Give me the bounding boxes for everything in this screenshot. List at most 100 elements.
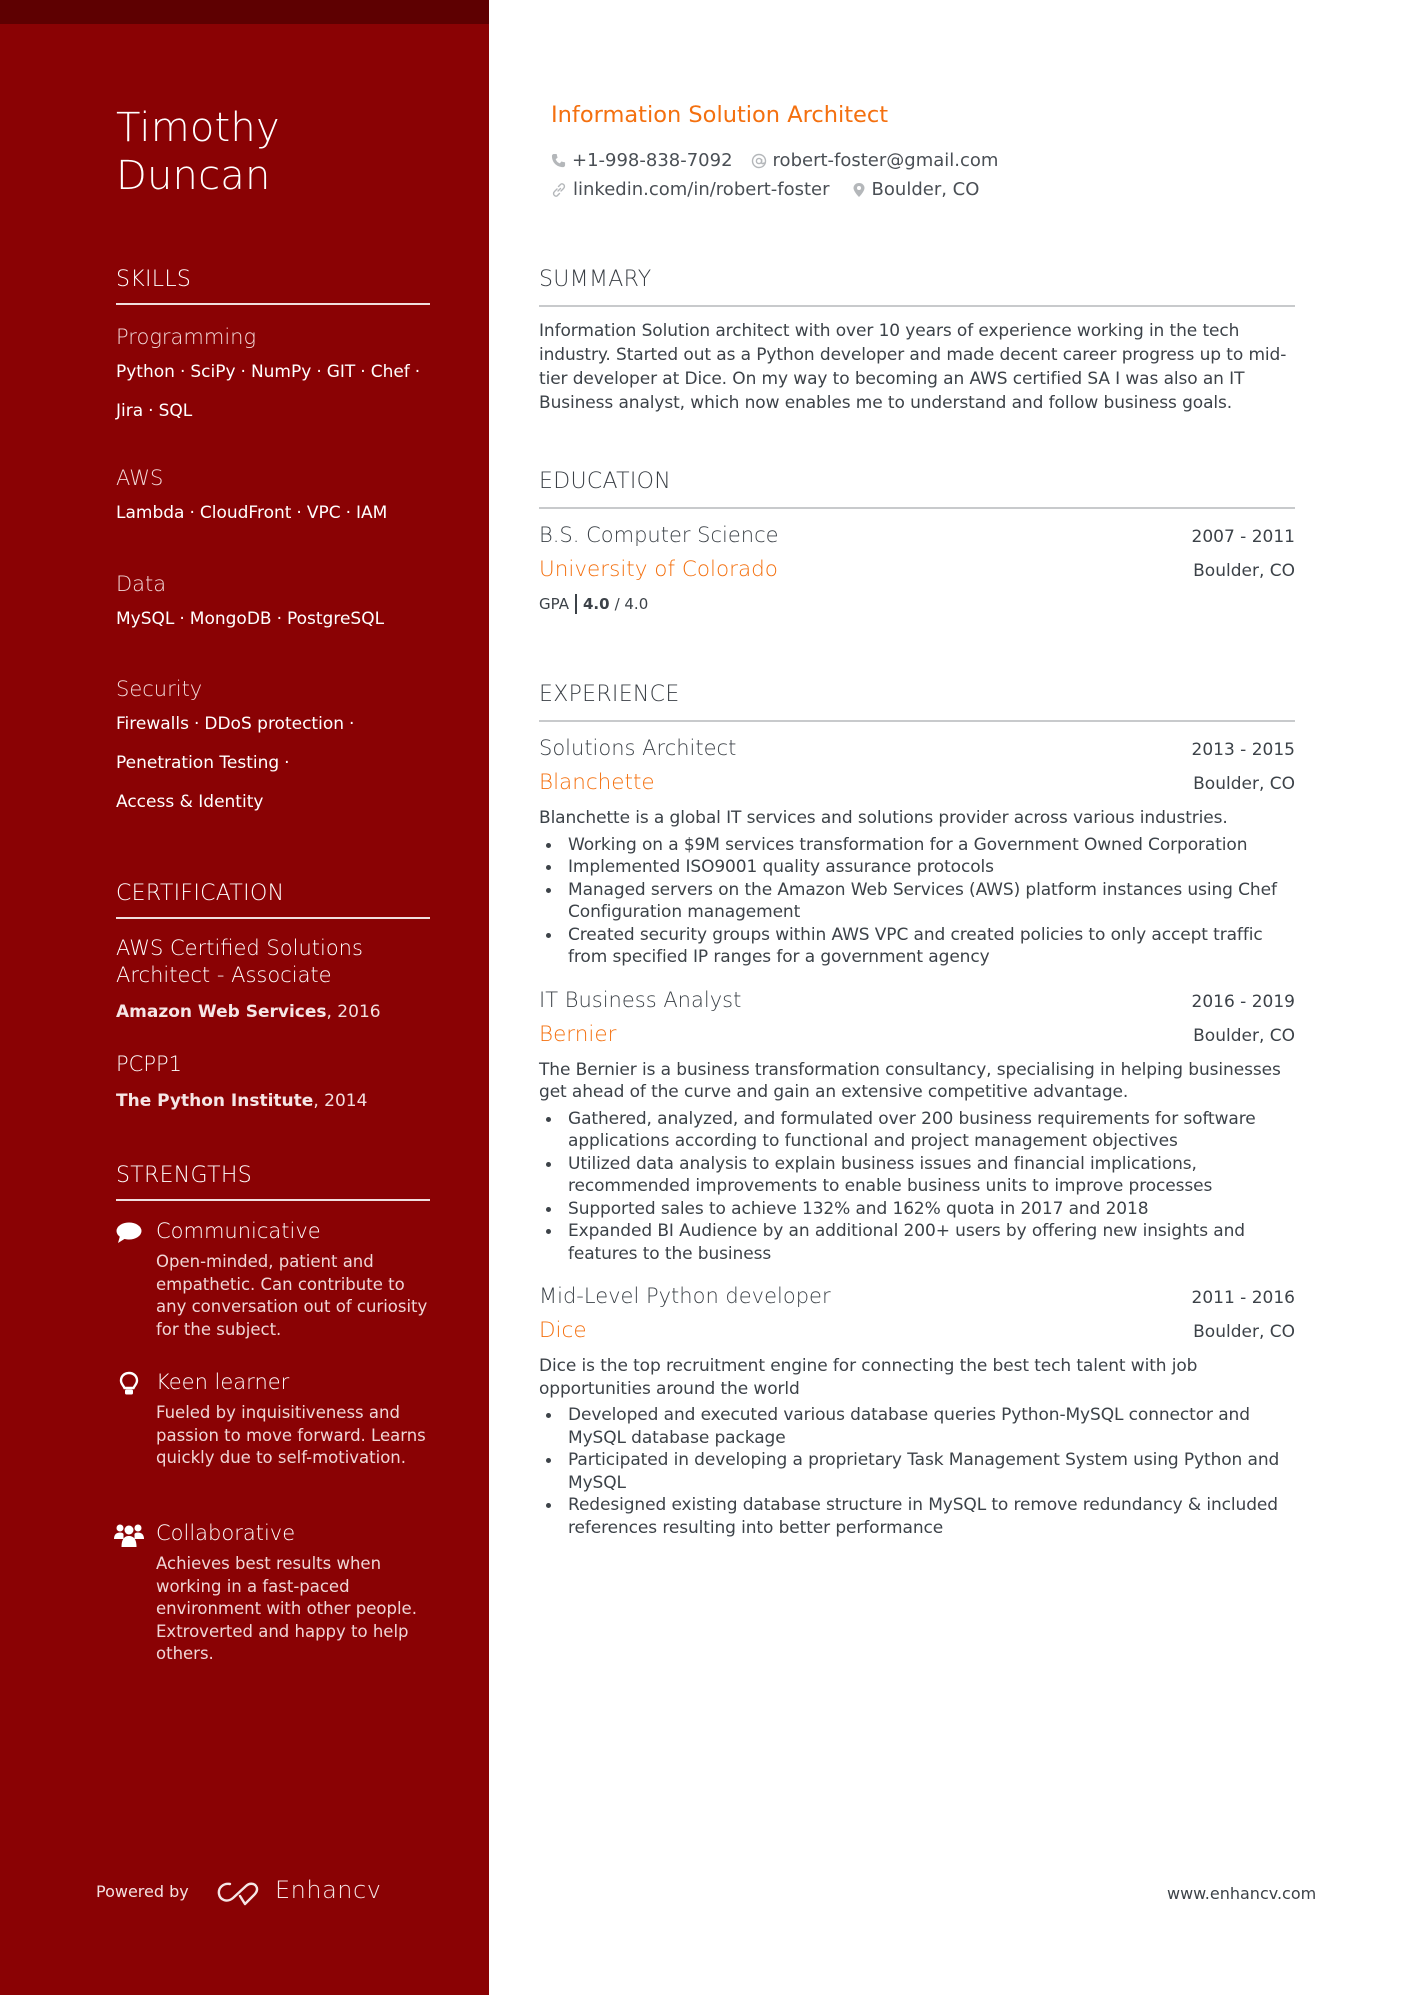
role-location: Boulder, CO — [1193, 1025, 1295, 1046]
skill-tag: CloudFront — [199, 503, 292, 523]
skill-line: Firewalls · DDoS protection · — [116, 714, 355, 734]
school-name: University of Colorado — [539, 557, 778, 582]
certification-section: CERTIFICATION — [116, 880, 430, 919]
experience-divider — [539, 720, 1295, 722]
linkedin-contact[interactable]: linkedin.com/in/robert-foster — [551, 179, 830, 200]
gpa-label: GPA — [539, 595, 569, 613]
job-title: Information Solution Architect — [551, 102, 889, 128]
users-icon — [114, 1524, 144, 1547]
certification-title: PCPP1 — [116, 1052, 183, 1076]
map-pin-icon — [853, 182, 865, 197]
skill-group-aws: AWS Lambda · CloudFront · VPC · IAM — [116, 464, 430, 533]
achievement-item: Implemented ISO9001 quality assurance pr… — [539, 856, 1295, 879]
contact-row: +1-998-838-7092 robert-foster@gmail.com — [551, 150, 1016, 171]
strength-title: Collaborative — [156, 1521, 296, 1545]
achievement-item: Working on a $9M services transformation… — [539, 834, 1295, 857]
speech-bubble-icon — [116, 1222, 142, 1243]
achievement-item: Redesigned existing database structure i… — [539, 1494, 1295, 1539]
skill-group-data: Data MySQL · MongoDB · PostgreSQL — [116, 570, 430, 639]
summary-heading: SUMMARY — [539, 267, 652, 292]
gpa-value: 4.0 — [582, 595, 610, 613]
certification-title: AWS Certified Solutions — [116, 936, 363, 960]
summary-section: SUMMARY Information Solution architect w… — [539, 266, 1295, 415]
experience-item: IT Business Analyst 2016 - 2019 Bernier … — [539, 986, 1295, 1266]
certification-year: , 2016 — [326, 1002, 381, 1022]
sidebar-top-band — [0, 0, 489, 24]
role-dates: 2016 - 2019 — [1191, 991, 1295, 1012]
enhancv-brand[interactable]: Enhancv — [275, 1876, 381, 1904]
skill-group-title: AWS — [116, 466, 164, 490]
skill-group-programming: Programming Python · SciPy · NumPy · GIT · Chef ·… — [116, 323, 430, 431]
location-contact: Boulder, CO — [852, 179, 980, 200]
skill-line: MySQL · MongoDB · PostgreSQL — [116, 609, 385, 629]
certification-year: , 2014 — [313, 1091, 368, 1111]
phone-value: +1-998-838-7092 — [572, 150, 733, 171]
company-name: Blanchette — [539, 770, 655, 795]
skill-tag: MySQL — [116, 609, 175, 629]
certification-title: Architect - Associate — [116, 963, 332, 987]
email-contact[interactable]: robert-foster@gmail.com — [751, 150, 999, 171]
skills-heading: SKILLS — [116, 267, 192, 292]
strength-description: Achieves best results when working in a … — [156, 1554, 417, 1663]
role-title: IT Business Analyst — [539, 987, 742, 1012]
location-value: Boulder, CO — [871, 179, 980, 200]
achievement-item: Developed and executed various database … — [539, 1404, 1295, 1449]
sidebar: Timothy Duncan SKILLS Programming Python… — [0, 0, 489, 1995]
skill-tag: Chef — [370, 362, 410, 382]
certification-item: PCPP1 The Python Institute, 2014 — [116, 1051, 430, 1113]
skill-tag: Python — [116, 362, 175, 382]
certification-meta: Amazon Web Services, 2016 — [116, 1000, 430, 1024]
skills-divider — [116, 303, 430, 305]
role-dates: 2013 - 2015 — [1191, 740, 1295, 760]
experience-item: Solutions Architect 2013 - 2015 Blanchet… — [539, 734, 1295, 969]
skill-tag: IAM — [356, 503, 388, 523]
certification-item: AWS Certified Solutions Architect - Asso… — [116, 935, 430, 1024]
strength-item: Collaborative Achieves best results when… — [114, 1519, 436, 1679]
skill-tag: SQL — [158, 401, 193, 421]
skill-tag: PostgreSQL — [286, 609, 385, 629]
strength-description: Open-minded, patient and empathetic. Can… — [156, 1252, 428, 1339]
skill-line: Lambda · CloudFront · VPC · IAM — [116, 503, 388, 523]
education-dates: 2007 - 2011 — [1191, 527, 1295, 547]
gpa: GPA 4.0 / 4.0 — [539, 594, 1295, 614]
certification-divider — [116, 917, 430, 919]
candidate-name: Timothy Duncan — [116, 104, 280, 200]
email-value: robert-foster@gmail.com — [772, 150, 999, 171]
achievement-list: Working on a $9M services transformation… — [539, 834, 1295, 969]
strengths-divider — [116, 1199, 430, 1201]
skill-group-security: Security Firewalls · DDoS protection · Pene… — [116, 675, 430, 822]
contact-row: linkedin.com/in/robert-foster Boulder, C… — [551, 179, 997, 200]
strengths-section: STRENGTHS — [116, 1162, 430, 1201]
certification-meta: The Python Institute, 2014 — [116, 1089, 430, 1113]
company-description: Dice is the top recruitment engine for c… — [539, 1356, 1198, 1399]
certification-issuer: Amazon Web Services — [116, 1002, 327, 1022]
education-heading: EDUCATION — [539, 469, 672, 494]
role-location: Boulder, CO — [1193, 1322, 1295, 1342]
experience-heading: EXPERIENCE — [539, 682, 680, 707]
strengths-heading: STRENGTHS — [116, 1163, 252, 1188]
skill-tag: SciPy — [190, 362, 236, 382]
experience-item: Mid-Level Python developer 2011 - 2016 D… — [539, 1282, 1295, 1539]
skill-group-title: Programming — [116, 325, 257, 349]
achievement-item: Expanded BI Audience by an additional 20… — [539, 1220, 1295, 1265]
footer-url[interactable]: www.enhancv.com — [1167, 1884, 1316, 1903]
strength-item: Communicative Open-minded, patient and e… — [116, 1217, 436, 1347]
summary-divider — [539, 305, 1295, 307]
skill-group-title: Data — [116, 572, 167, 596]
skill-tag: Access & Identity — [116, 792, 264, 812]
gpa-max: / 4.0 — [614, 595, 649, 613]
education-location: Boulder, CO — [1193, 561, 1295, 581]
strength-title: Communicative — [156, 1219, 321, 1243]
phone-contact[interactable]: +1-998-838-7092 — [551, 150, 733, 171]
experience-section: EXPERIENCE Solutions Architect 2013 - 20… — [539, 681, 1295, 1539]
education-divider — [539, 507, 1295, 509]
skill-tag: GIT — [326, 362, 356, 382]
skill-line: Jira · SQL — [116, 401, 193, 421]
achievement-item: Participated in developing a proprietary… — [539, 1449, 1295, 1494]
powered-by-label: Powered by — [96, 1882, 189, 1901]
achievement-item: Gathered, analyzed, and formulated over … — [539, 1108, 1295, 1153]
skill-line: Access & Identity — [116, 783, 430, 822]
company-description: Blanchette is a global IT services and s… — [539, 808, 1228, 828]
strength-description: Fueled by inquisitiveness and passion to… — [156, 1403, 426, 1467]
phone-icon — [551, 153, 566, 168]
